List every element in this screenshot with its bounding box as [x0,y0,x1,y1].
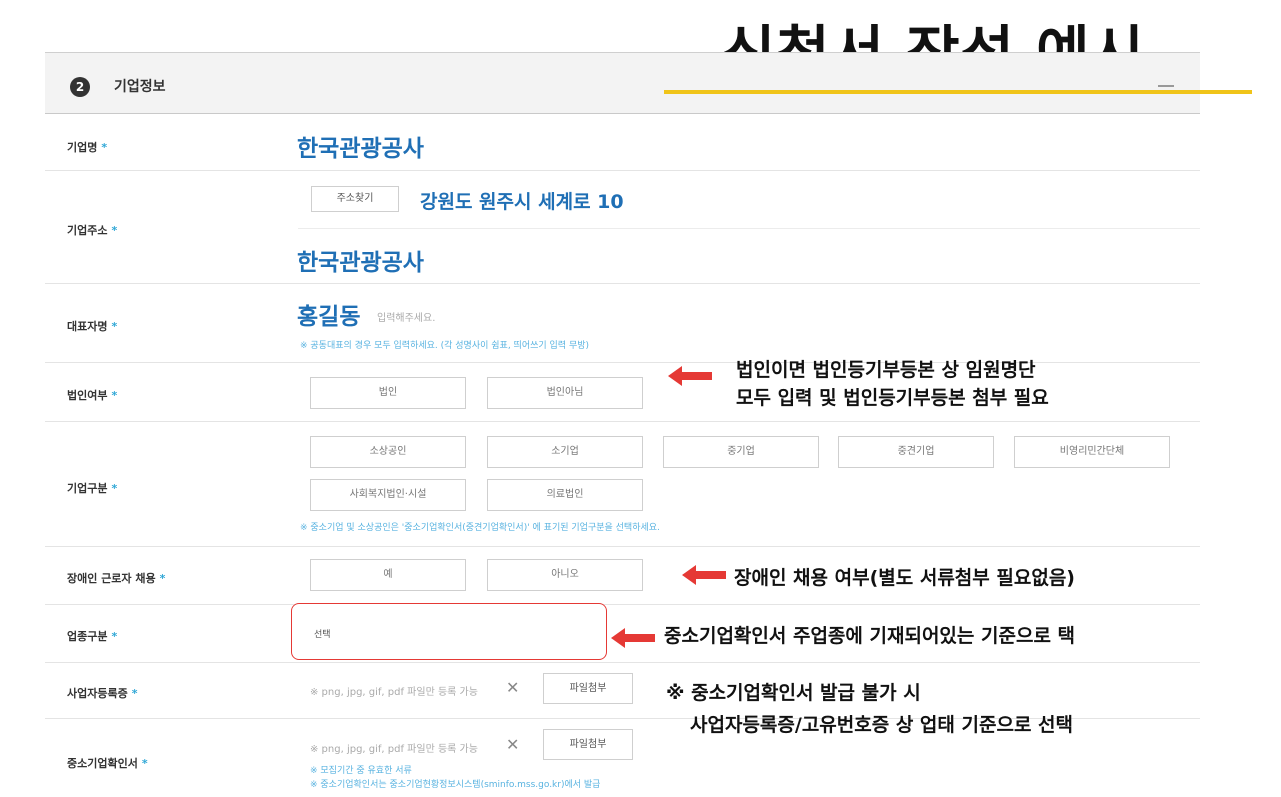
corporation-label: 법인여부 * [67,389,118,402]
company-name-label: 기업명 * [67,141,108,154]
disabled-annotation: 장애인 채용 여부(별도 서류첨부 필요없음) [734,567,1075,589]
section-header[interactable] [45,53,1200,114]
red-arrow-icon [611,628,655,648]
row-divider [45,170,1200,171]
sme-certificate-hint-2: ※ 중소기업확인서는 중소기업현황정보시스템(sminfo.mss.go.kr)… [310,780,601,790]
corporation-annotation-line2: 모두 입력 및 법인등기부등본 첨부 필요 [736,387,1049,409]
company-type-option[interactable]: 의료법인 [487,479,643,511]
collapse-icon[interactable] [1158,85,1174,87]
address-detail-value[interactable]: 한국관광공사 [297,243,424,277]
company-address-label: 기업주소 * [67,224,118,237]
industry-annotation: 중소기업확인서 주업종에 기재되어있는 기준으로 택 [664,625,1076,647]
close-icon[interactable]: ✕ [506,735,519,754]
disabled-hiring-option-no[interactable]: 아니오 [487,559,643,591]
company-type-option[interactable]: 중견기업 [838,436,994,468]
business-annotation-line2: 사업자등록증/고유번호증 상 업태 기준으로 선택 [690,714,1073,736]
company-type-option[interactable]: 소상공인 [310,436,466,468]
section-label: 기업정보 [114,79,166,95]
company-type-hint: ※ 중소기업 및 소상공인은 '중소기업확인서(중견기업확인서)' 에 표기된 … [300,523,660,533]
corporation-annotation-line1: 법인이면 법인등기부등본 상 임원명단 [736,359,1036,381]
company-name-value[interactable]: 한국관광공사 [297,129,424,163]
industry-select[interactable] [291,603,607,660]
disabled-hiring-label: 장애인 근로자 채용 * [67,572,166,585]
title-underline [664,90,1252,94]
row-divider [45,283,1200,284]
sme-certificate-file-hint: ※ png, jpg, gif, pdf 파일만 등록 가능 [310,744,478,755]
row-divider [45,421,1200,422]
company-type-option[interactable]: 소기업 [487,436,643,468]
business-registration-attach-button[interactable]: 파일첨부 [543,673,633,704]
representative-placeholder: 입력해주세요. [377,313,436,324]
business-registration-file-hint: ※ png, jpg, gif, pdf 파일만 등록 가능 [310,687,478,698]
business-registration-label: 사업자등록증 * [67,687,138,700]
corporation-option-no[interactable]: 법인아님 [487,377,643,409]
row-divider [45,546,1200,547]
row-divider [45,604,1200,605]
sme-certificate-label: 중소기업확인서 * [67,757,148,770]
red-arrow-icon [668,366,712,386]
company-type-option[interactable]: 비영리민간단체 [1014,436,1170,468]
representative-label: 대표자명 * [67,320,118,333]
company-type-option[interactable]: 사회복지법인·시설 [310,479,466,511]
business-annotation-line1: ※ 중소기업확인서 발급 불가 시 [666,682,921,704]
sme-certificate-attach-button[interactable]: 파일첨부 [543,729,633,760]
company-type-label: 기업구분 * [67,482,118,495]
disabled-hiring-option-yes[interactable]: 예 [310,559,466,591]
close-icon[interactable]: ✕ [506,678,519,697]
row-divider [45,662,1200,663]
industry-select-value: 선택 [314,630,331,640]
representative-hint: ※ 공동대표의 경우 모두 입력하세요. (각 성명사이 쉼표, 띄어쓰기 입력… [300,341,590,351]
company-type-option[interactable]: 중기업 [663,436,819,468]
address-value[interactable]: 강원도 원주시 세계로 10 [420,187,624,214]
red-arrow-icon [682,565,726,585]
address-divider [298,228,1200,229]
representative-value[interactable]: 홍길동 [297,297,360,331]
address-search-button[interactable]: 주소찾기 [311,186,399,212]
sme-certificate-hint-1: ※ 모집기간 중 유효한 서류 [310,766,412,776]
section-number-badge: 2 [70,77,90,97]
industry-label: 업종구분 * [67,630,118,643]
corporation-option-yes[interactable]: 법인 [310,377,466,409]
